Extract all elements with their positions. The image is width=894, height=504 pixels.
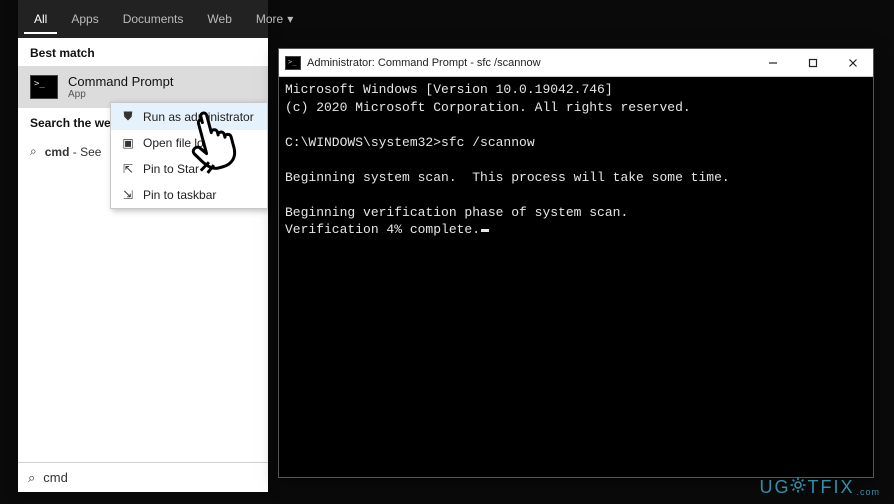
web-result-text: cmd - See bbox=[45, 145, 102, 159]
chevron-down-icon: ▾ bbox=[287, 12, 293, 26]
search-icon: ⌕ bbox=[30, 144, 37, 159]
tab-all[interactable]: All bbox=[24, 4, 57, 34]
minimize-icon bbox=[768, 58, 778, 68]
ctx-label: Pin to taskbar bbox=[143, 188, 216, 202]
tab-web[interactable]: Web bbox=[197, 4, 241, 34]
maximize-button[interactable] bbox=[793, 49, 833, 77]
titlebar[interactable]: Administrator: Command Prompt - sfc /sca… bbox=[279, 49, 873, 77]
tab-more[interactable]: More ▾ bbox=[246, 4, 303, 34]
command-prompt-window: Administrator: Command Prompt - sfc /sca… bbox=[278, 48, 874, 478]
close-icon bbox=[848, 58, 858, 68]
ctx-label: Pin to Star bbox=[143, 162, 199, 176]
watermark-post: TFIX bbox=[807, 477, 854, 498]
watermark: UG TFIX.com bbox=[759, 477, 880, 498]
best-match-subtitle: App bbox=[68, 89, 173, 100]
console-line: C:\WINDOWS\system32>sfc /scannow bbox=[285, 135, 535, 150]
web-result-suffix: - See bbox=[69, 145, 101, 159]
search-tabbar: All Apps Documents Web More ▾ bbox=[18, 0, 268, 38]
watermark-pre: UG bbox=[759, 477, 790, 498]
ctx-pin-to-taskbar[interactable]: ⇲ Pin to taskbar bbox=[111, 182, 267, 208]
web-result-left: ⌕ cmd - See bbox=[30, 144, 101, 159]
window-title: Administrator: Command Prompt - sfc /sca… bbox=[307, 57, 541, 69]
start-search-panel: All Apps Documents Web More ▾ Best match… bbox=[18, 0, 268, 492]
best-match-heading: Best match bbox=[18, 38, 268, 66]
minimize-button[interactable] bbox=[753, 49, 793, 77]
titlebar-buttons bbox=[753, 49, 873, 77]
watermark-sub: .com bbox=[856, 487, 880, 497]
console-cursor bbox=[481, 229, 489, 232]
shield-icon: ⛊ bbox=[121, 109, 135, 124]
pin-icon: ⇱ bbox=[121, 162, 135, 176]
web-result-query: cmd bbox=[45, 145, 70, 159]
best-match-text: Command Prompt App bbox=[68, 74, 173, 100]
pin-icon: ⇲ bbox=[121, 188, 135, 202]
console-line: (c) 2020 Microsoft Corporation. All righ… bbox=[285, 100, 691, 115]
console-line: Verification 4% complete. bbox=[285, 222, 480, 237]
tab-documents[interactable]: Documents bbox=[113, 4, 194, 34]
console-line: Microsoft Windows [Version 10.0.19042.74… bbox=[285, 82, 613, 97]
console-line: Beginning system scan. This process will… bbox=[285, 170, 730, 185]
console-output[interactable]: Microsoft Windows [Version 10.0.19042.74… bbox=[279, 77, 873, 477]
tab-more-label: More bbox=[256, 12, 283, 26]
tab-apps[interactable]: Apps bbox=[61, 4, 108, 34]
folder-icon: ▣ bbox=[121, 136, 135, 150]
titlebar-left: Administrator: Command Prompt - sfc /sca… bbox=[279, 56, 541, 70]
desktop: All Apps Documents Web More ▾ Best match… bbox=[0, 0, 894, 504]
console-line: Beginning verification phase of system s… bbox=[285, 205, 628, 220]
command-prompt-icon bbox=[285, 56, 301, 70]
search-icon: ⌕ bbox=[28, 470, 35, 486]
best-match-title: Command Prompt bbox=[68, 74, 173, 89]
close-button[interactable] bbox=[833, 49, 873, 77]
gear-icon bbox=[790, 477, 806, 498]
search-bar[interactable]: ⌕ cmd bbox=[18, 462, 268, 492]
command-prompt-icon bbox=[30, 75, 58, 99]
maximize-icon bbox=[808, 58, 818, 68]
search-input-text: cmd bbox=[43, 470, 68, 485]
